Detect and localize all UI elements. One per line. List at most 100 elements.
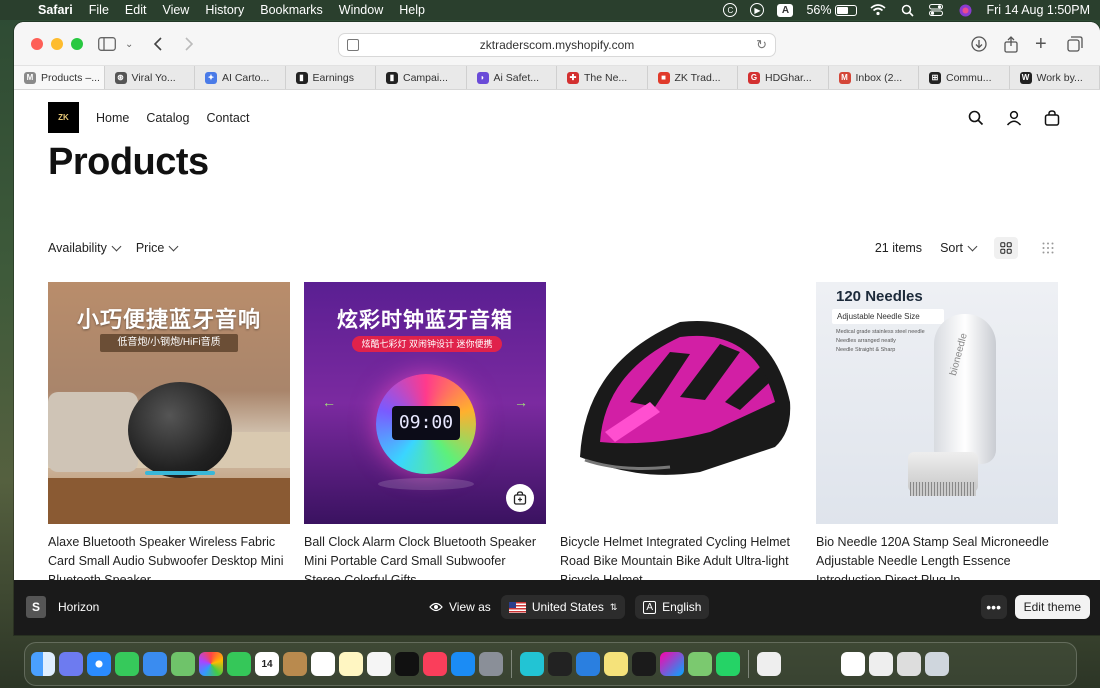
control-center-icon[interactable] (928, 3, 944, 17)
sidebar-toggle-icon[interactable] (98, 34, 116, 54)
app-stack-icon[interactable] (813, 652, 837, 676)
more-options-icon[interactable]: ••• (980, 595, 1007, 619)
new-tab-icon[interactable]: + (1035, 33, 1047, 55)
product-card[interactable]: 120 Needles Adjustable Needle Size Medic… (816, 282, 1058, 580)
battery-status[interactable]: 56% (806, 3, 858, 17)
carousel-next-icon[interactable]: → (514, 394, 528, 410)
back-arrow-icon[interactable] (153, 34, 163, 54)
share-icon[interactable] (1004, 34, 1018, 54)
trash-icon[interactable] (925, 652, 949, 676)
menu-view[interactable]: View (154, 3, 197, 17)
product-title[interactable]: Ball Clock Alarm Clock Bluetooth Speaker… (304, 533, 540, 580)
reload-icon[interactable]: ↻ (756, 37, 767, 53)
view-as-control[interactable]: View as (429, 600, 491, 614)
menu-bookmarks[interactable]: Bookmarks (252, 3, 331, 17)
reminders-icon[interactable] (311, 652, 335, 676)
menu-help[interactable]: Help (391, 3, 433, 17)
recent-file-icon[interactable] (869, 652, 893, 676)
menubar-datetime[interactable]: Fri 14 Aug 1:50PM (986, 3, 1090, 17)
music-icon[interactable] (423, 652, 447, 676)
terminal-icon[interactable] (548, 652, 572, 676)
search-icon[interactable] (968, 110, 984, 126)
facetime-icon[interactable] (227, 652, 251, 676)
input-source-icon[interactable]: A (777, 3, 794, 17)
country-selector[interactable]: United States ⇅ (500, 595, 626, 619)
nav-home[interactable]: Home (96, 111, 129, 125)
browser-tab[interactable]: ▮ Campai... (376, 66, 467, 89)
system-settings-icon[interactable] (479, 652, 503, 676)
browser-tab[interactable]: M Products –... (14, 66, 105, 89)
product-image-speaker[interactable]: 小巧便捷蓝牙音响 低音炮/小钢炮/HiFi音质 (48, 282, 290, 524)
document-icon[interactable] (757, 652, 781, 676)
filter-availability[interactable]: Availability (48, 241, 122, 255)
browser-tab[interactable]: ◗ Ai Safet... (467, 66, 557, 89)
color-app-icon[interactable] (660, 652, 684, 676)
zoom-window-button[interactable] (71, 38, 83, 50)
filter-price[interactable]: Price (136, 241, 179, 255)
calendar-icon[interactable]: 14 (255, 652, 279, 676)
windows-app-icon[interactable] (576, 652, 600, 676)
minimize-window-button[interactable] (51, 38, 63, 50)
search-spotlight-icon[interactable] (899, 3, 915, 17)
browser-tab[interactable]: ■ ZK Trad... (648, 66, 738, 89)
product-title[interactable]: Alaxe Bluetooth Speaker Wireless Fabric … (48, 533, 284, 580)
forward-arrow-icon[interactable] (184, 34, 194, 54)
downloads-icon[interactable] (971, 34, 987, 54)
edit-theme-button[interactable]: Edit theme (1014, 595, 1090, 619)
address-bar[interactable]: zktraderscom.myshopify.com ↻ (338, 33, 776, 57)
whatsapp-icon[interactable] (716, 652, 740, 676)
cart-bag-icon[interactable] (1044, 110, 1060, 126)
language-selector[interactable]: A English (635, 595, 710, 619)
page-settings-icon[interactable] (347, 39, 359, 51)
store-logo[interactable]: ZK (48, 102, 79, 133)
freeform-icon[interactable] (367, 652, 391, 676)
canva-icon[interactable] (520, 652, 544, 676)
browser-tab[interactable]: ⊞ Commu... (919, 66, 1010, 89)
mail-icon[interactable] (143, 652, 167, 676)
contacts-icon[interactable] (283, 652, 307, 676)
play-status-icon[interactable]: ▶ (750, 3, 765, 17)
quick-add-button[interactable] (506, 484, 534, 512)
product-image-helmet[interactable] (560, 282, 802, 524)
carousel-prev-icon[interactable]: ← (322, 394, 336, 410)
nav-contact[interactable]: Contact (206, 111, 249, 125)
document-stack-icon[interactable] (897, 652, 921, 676)
menu-app[interactable]: Safari (30, 3, 81, 17)
sort-dropdown[interactable]: Sort (940, 241, 978, 255)
product-image-ball-clock[interactable]: 炫彩时钟蓝牙音箱 炫酷七彩灯 双闹钟设计 迷你便携 ← → 09:00 (304, 282, 546, 524)
tab-overview-icon[interactable] (1067, 34, 1083, 54)
product-title[interactable]: Bio Needle 120A Stamp Seal Microneedle A… (816, 533, 1052, 580)
stickies-icon[interactable] (604, 652, 628, 676)
app-store-icon[interactable] (451, 652, 475, 676)
finder-icon[interactable] (31, 652, 55, 676)
browser-tab[interactable]: M Inbox (2... (829, 66, 919, 89)
menu-edit[interactable]: Edit (117, 3, 155, 17)
product-card[interactable]: 小巧便捷蓝牙音响 低音炮/小钢炮/HiFi音质 Alaxe Bluetooth … (48, 282, 290, 580)
product-card[interactable]: 炫彩时钟蓝牙音箱 炫酷七彩灯 双闹钟设计 迷你便携 ← → 09:00 Ball… (304, 282, 546, 580)
browser-tab[interactable]: G HDGhar... (738, 66, 829, 89)
siri-icon[interactable] (957, 3, 973, 17)
account-icon[interactable] (1006, 110, 1022, 126)
close-window-button[interactable] (31, 38, 43, 50)
browser-tab[interactable]: ✦ AI Carto... (195, 66, 286, 89)
grid-view-small-icon[interactable] (1036, 237, 1060, 259)
copyright-status-icon[interactable]: C (723, 3, 738, 17)
product-image-bioneedle[interactable]: 120 Needles Adjustable Needle Size Medic… (816, 282, 1058, 524)
menu-window[interactable]: Window (331, 3, 391, 17)
grid-view-large-icon[interactable] (994, 237, 1018, 259)
safari-icon[interactable] (87, 652, 111, 676)
nav-catalog[interactable]: Catalog (146, 111, 189, 125)
browser-tab[interactable]: ▮ Earnings (286, 66, 376, 89)
screenshot-stack-icon[interactable] (841, 652, 865, 676)
notes-icon[interactable] (339, 652, 363, 676)
browser-tab[interactable]: W Work by... (1010, 66, 1100, 89)
wifi-icon[interactable] (870, 3, 886, 17)
product-card[interactable]: Bicycle Helmet Integrated Cycling Helmet… (560, 282, 802, 580)
photos-icon[interactable] (199, 652, 223, 676)
messages-icon[interactable] (115, 652, 139, 676)
menu-file[interactable]: File (81, 3, 117, 17)
browser-tab[interactable]: ⊛ Viral Yo... (105, 66, 195, 89)
installer-icon[interactable] (688, 652, 712, 676)
browser-tab[interactable]: ✚ The Ne... (557, 66, 648, 89)
downloads-stack-icon[interactable] (785, 652, 809, 676)
